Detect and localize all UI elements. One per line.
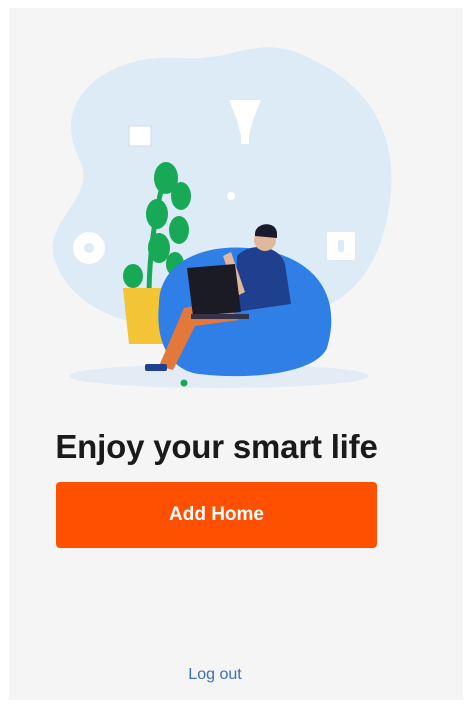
- welcome-screen: Enjoy your smart life Add Home Log out: [9, 8, 463, 700]
- add-home-button[interactable]: Add Home: [56, 482, 377, 548]
- smart-plug-icon: [327, 232, 355, 260]
- decor-dot: [227, 192, 235, 200]
- smart-life-illustration: [52, 47, 392, 388]
- fan-icon: [73, 232, 105, 264]
- logout-link[interactable]: Log out: [9, 666, 421, 684]
- page-indicator-dot: [180, 379, 188, 387]
- picture-frame-icon: [128, 125, 152, 147]
- page-title: Enjoy your smart life: [55, 428, 378, 465]
